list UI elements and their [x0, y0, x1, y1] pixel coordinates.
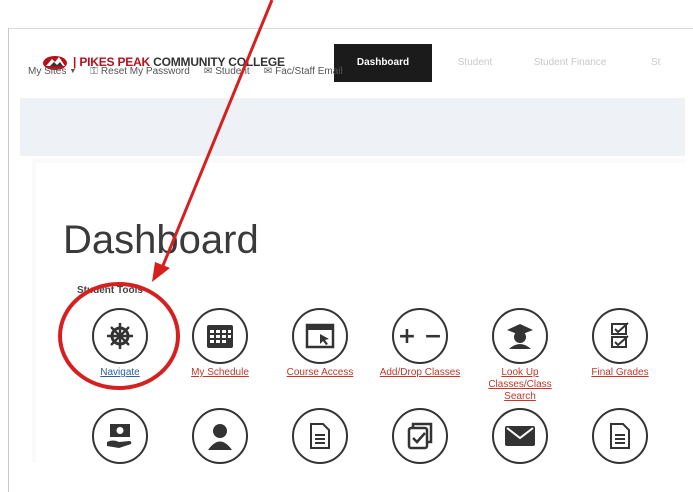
annotation-arrow-icon [152, 0, 274, 282]
